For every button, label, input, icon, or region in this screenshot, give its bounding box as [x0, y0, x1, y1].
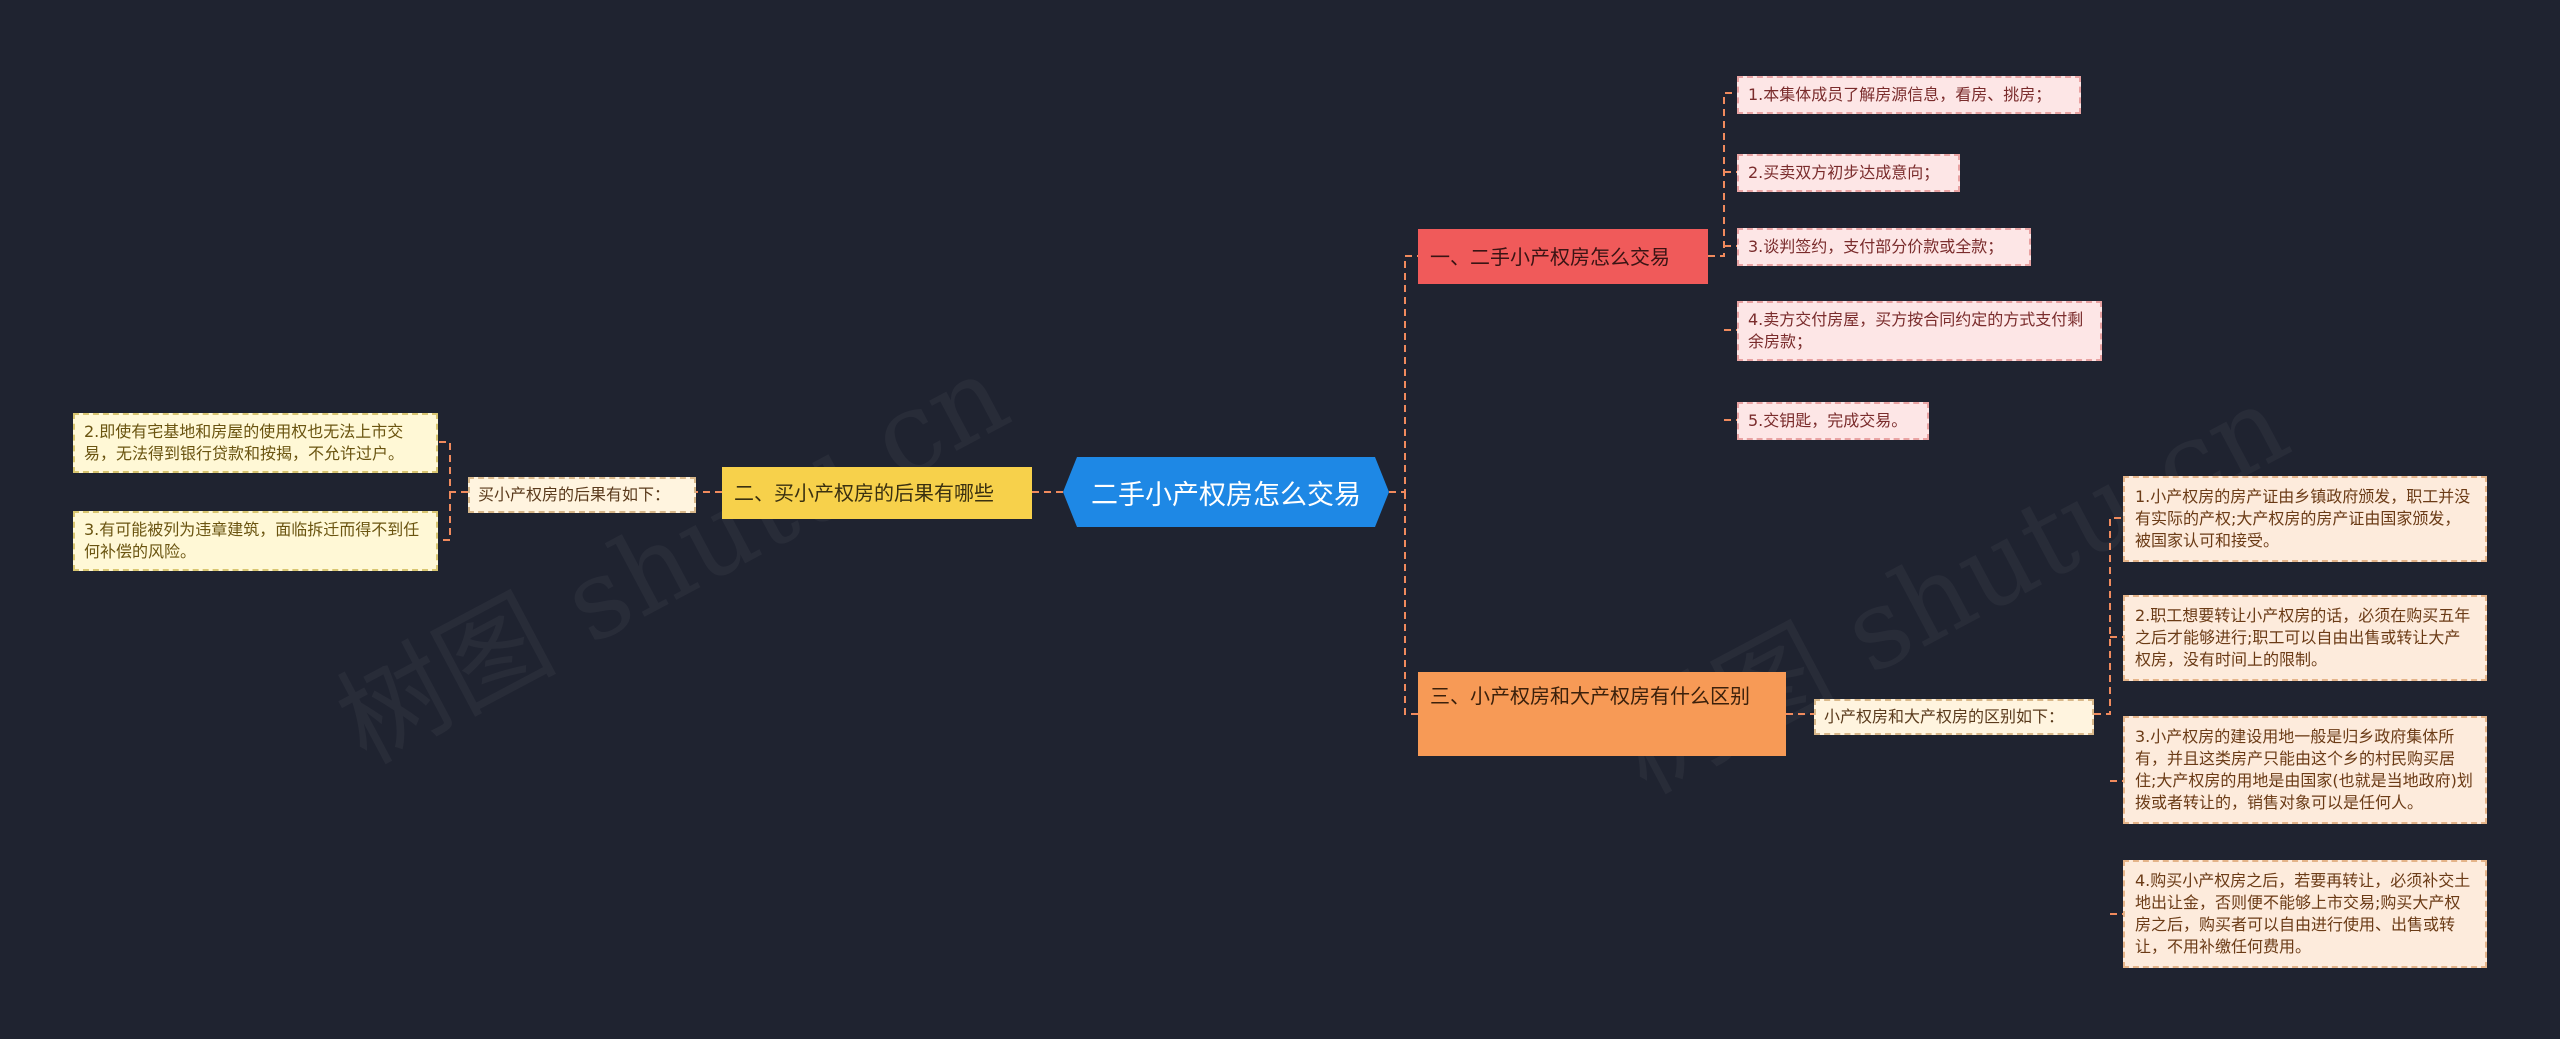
connector-consequence-intro-to-items: [438, 441, 468, 541]
branch-consequences[interactable]: 二、买小产权房的后果有哪些: [722, 467, 1032, 519]
difference-item-2-text: 2.职工想要转让小产权房的话，必须在购买五年之后才能够进行;职工可以自由出售或转…: [2135, 606, 2471, 669]
connector-root-to-branch-1: [1389, 255, 1418, 493]
connector-branch-1-to-steps: [1708, 92, 1737, 421]
consequences-intro-text: 买小产权房的后果有如下：: [478, 485, 671, 504]
trade-step-2[interactable]: 2.买卖双方初步达成意向；: [1737, 154, 1960, 192]
consequence-item-2[interactable]: 2.即使有宅基地和房屋的使用权也无法上市交易，无法得到银行贷款和按揭，不允许过户…: [73, 413, 438, 473]
consequence-item-2-text: 2.即使有宅基地和房屋的使用权也无法上市交易，无法得到银行贷款和按揭，不允许过户…: [84, 422, 405, 463]
difference-item-4-text: 4.购买小产权房之后，若要再转让，必须补交土地出让金，否则便不能够上市交易;购买…: [2135, 871, 2471, 956]
trade-step-4[interactable]: 4.卖方交付房屋，买方按合同约定的方式支付剩余房款；: [1737, 301, 2102, 361]
root-label: 二手小产权房怎么交易: [1091, 479, 1361, 511]
trade-step-2-text: 2.买卖双方初步达成意向；: [1748, 163, 1940, 182]
consequence-item-3-text: 3.有可能被列为违章建筑，面临拆迁而得不到任何补偿的风险。: [84, 520, 420, 561]
difference-item-1[interactable]: 1.小产权房的房产证由乡镇政府颁发，职工并没有实际的产权;大产权房的房产证由国家…: [2123, 476, 2487, 562]
branch-difference-label: 三、小产权房和大产权房有什么区别: [1430, 684, 1750, 708]
trade-step-1-text: 1.本集体成员了解房源信息，看房、挑房；: [1748, 85, 2052, 104]
branch-consequences-label: 二、买小产权房的后果有哪些: [734, 481, 994, 505]
consequences-intro[interactable]: 买小产权房的后果有如下：: [468, 477, 696, 513]
difference-item-3-text: 3.小产权房的建设用地一般是归乡政府集体所有，并且这类房产只能由这个乡的村民购买…: [2135, 727, 2473, 812]
trade-step-3[interactable]: 3.谈判签约，支付部分价款或全款；: [1737, 228, 2031, 266]
branch-difference[interactable]: 三、小产权房和大产权房有什么区别: [1418, 672, 1786, 756]
difference-intro-text: 小产权房和大产权房的区别如下：: [1824, 707, 2065, 726]
branch-trade[interactable]: 一、二手小产权房怎么交易: [1418, 229, 1708, 284]
consequence-item-3[interactable]: 3.有可能被列为违章建筑，面临拆迁而得不到任何补偿的风险。: [73, 511, 438, 571]
trade-step-1[interactable]: 1.本集体成员了解房源信息，看房、挑房；: [1737, 76, 2081, 114]
connector-difference-intro-to-items: [2094, 517, 2123, 915]
difference-intro[interactable]: 小产权房和大产权房的区别如下：: [1814, 699, 2094, 735]
connector-root-to-branch-3: [1404, 492, 1418, 715]
difference-item-3[interactable]: 3.小产权房的建设用地一般是归乡政府集体所有，并且这类房产只能由这个乡的村民购买…: [2123, 716, 2487, 824]
difference-item-4[interactable]: 4.购买小产权房之后，若要再转让，必须补交土地出让金，否则便不能够上市交易;购买…: [2123, 860, 2487, 968]
trade-step-3-text: 3.谈判签约，支付部分价款或全款；: [1748, 237, 2004, 256]
branch-trade-label: 一、二手小产权房怎么交易: [1430, 244, 1670, 269]
root-node[interactable]: 二手小产权房怎么交易: [1063, 457, 1389, 527]
mindmap-canvas: 树图 shutu.cn 树图 shutu.cn 二手小产权房怎么交易 一、二手小…: [0, 0, 2560, 1039]
trade-step-4-text: 4.卖方交付房屋，买方按合同约定的方式支付剩余房款；: [1748, 310, 2084, 351]
difference-item-1-text: 1.小产权房的房产证由乡镇政府颁发，职工并没有实际的产权;大产权房的房产证由国家…: [2135, 487, 2471, 550]
trade-step-5[interactable]: 5.交钥匙，完成交易。: [1737, 402, 1929, 440]
trade-step-5-text: 5.交钥匙，完成交易。: [1748, 411, 1908, 430]
difference-item-2[interactable]: 2.职工想要转让小产权房的话，必须在购买五年之后才能够进行;职工可以自由出售或转…: [2123, 595, 2487, 681]
